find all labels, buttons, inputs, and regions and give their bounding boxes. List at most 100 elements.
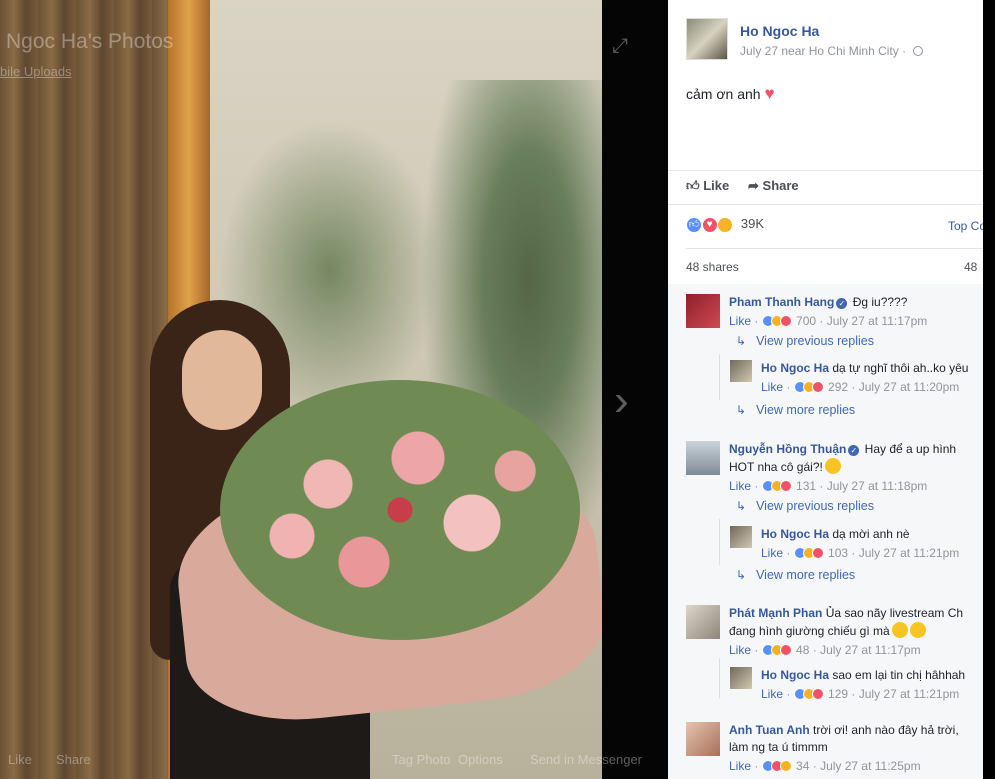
view-previous-replies[interactable]: ↳ View previous replies — [736, 334, 874, 348]
comment-meta: Like · 34 · July 27 at 11:25pm — [729, 759, 921, 773]
post-date[interactable]: July 27 — [740, 44, 778, 58]
comment-text: Đg iu???? — [852, 295, 908, 309]
share-button[interactable]: ➦ Share — [748, 178, 799, 194]
photo-person-face — [182, 330, 262, 430]
shares-link[interactable]: 48 shares — [686, 260, 739, 274]
divider — [668, 170, 983, 171]
reply-like-button[interactable]: Like — [761, 687, 783, 701]
post-location[interactable]: near Ho Chi Minh City — [781, 44, 898, 58]
options-button[interactable]: Options — [458, 752, 503, 767]
like-button[interactable]: 👍︎ Like — [686, 178, 729, 194]
reply-time[interactable]: July 27 at 11:20pm — [859, 380, 960, 394]
comment-reaction-count[interactable]: 48 — [796, 643, 809, 657]
reply-like-button[interactable]: Like — [761, 380, 783, 394]
commenter-name[interactable]: Nguyễn Hồng Thuận — [729, 442, 846, 456]
thread-line — [719, 354, 720, 400]
verified-badge-icon: ✓ — [848, 445, 860, 456]
reply-avatar[interactable] — [730, 360, 752, 382]
commenter-avatar[interactable] — [686, 294, 720, 328]
comment-like-button[interactable]: Like — [729, 643, 751, 657]
next-photo-arrow-icon[interactable]: › — [614, 376, 629, 426]
reply-author[interactable]: Ho Ngoc Ha — [761, 668, 829, 682]
commenter-name[interactable]: Phát Mạnh Phan — [729, 606, 822, 620]
view-previous-label: View previous replies — [756, 334, 874, 348]
divider — [686, 248, 983, 249]
view-more-label: View more replies — [756, 568, 856, 582]
view-more-replies[interactable]: ↳ View more replies — [736, 568, 855, 582]
comment-text: trời ơi! anh nào đây hả trời, — [813, 723, 959, 737]
reply-arrow-icon: ↳ — [736, 403, 747, 417]
commenter-avatar[interactable] — [686, 605, 720, 639]
comment-time[interactable]: July 27 at 11:17pm — [820, 643, 921, 657]
reply-like-button[interactable]: Like — [761, 546, 783, 560]
love-reaction-icon — [779, 644, 792, 656]
comment-like-button[interactable]: Like — [729, 759, 751, 773]
reply-author[interactable]: Ho Ngoc Ha — [761, 361, 829, 375]
reply-avatar[interactable] — [730, 667, 752, 689]
comment-like-button[interactable]: Like — [729, 479, 751, 493]
comment-body: Phát Mạnh Phan Ủa sao nãy livestream Ch … — [729, 605, 983, 659]
album-subtitle-link[interactable]: bile Uploads — [0, 64, 72, 79]
reply-avatar[interactable] — [730, 526, 752, 548]
love-reaction-icon — [811, 547, 824, 559]
view-more-replies[interactable]: ↳ View more replies — [736, 403, 855, 417]
comment-time[interactable]: July 27 at 11:25pm — [820, 759, 921, 773]
expand-icon[interactable]: ⤢ — [612, 36, 632, 56]
reply-meta: Like · 103 · July 27 at 11:21pm — [761, 546, 960, 560]
top-comments-dropdown[interactable]: Top Co — [948, 219, 983, 233]
reaction-summary[interactable]: 👍︎ ♥ 39K — [686, 216, 764, 233]
reply-time[interactable]: July 27 at 11:21pm — [859, 546, 960, 560]
photo-like-button[interactable]: Like — [8, 752, 32, 767]
reply-arrow-icon: ↳ — [736, 568, 747, 582]
smile-emoji-icon — [824, 458, 841, 474]
reply-reaction-count[interactable]: 103 — [828, 546, 848, 560]
comment-meta: Like · 700 · July 27 at 11:17pm — [729, 314, 928, 328]
view-previous-label: View previous replies — [756, 499, 874, 513]
photo-share-button[interactable]: Share — [56, 752, 91, 767]
reply-reaction-count[interactable]: 292 — [828, 380, 848, 394]
divider — [668, 204, 983, 205]
reply-arrow-icon: ↳ — [736, 499, 747, 513]
comment-like-button[interactable]: Like — [729, 314, 751, 328]
comment-time[interactable]: July 27 at 11:17pm — [827, 314, 928, 328]
commenter-avatar[interactable] — [686, 441, 720, 475]
comment-reaction-count[interactable]: 700 — [796, 314, 816, 328]
like-label: Like — [703, 178, 730, 193]
comment-time[interactable]: July 27 at 11:18pm — [827, 479, 928, 493]
comment-meta: Like · 131 · July 27 at 11:18pm — [729, 479, 928, 493]
comments-area: Pham Thanh Hang ✓ Đg iu???? Like · 700 · … — [668, 284, 983, 779]
reply-body: Ho Ngoc Ha dạ mời anh nè Like · 103 · Ju… — [761, 526, 959, 562]
thumbs-up-icon: 👍︎ — [686, 178, 700, 193]
view-more-label: View more replies — [756, 403, 856, 417]
thread-line — [719, 658, 720, 698]
tag-photo-button[interactable]: Tag Photo — [392, 752, 451, 767]
photo-image[interactable] — [0, 0, 602, 779]
post-text: cảm ơn anh ♥ — [686, 84, 775, 104]
comment-count[interactable]: 48 — [964, 260, 977, 274]
share-arrow-icon: ➦ — [748, 178, 759, 193]
photo-bottom-bar: Like Share Tag Photo Options Send in Mes… — [0, 740, 668, 779]
reply-author[interactable]: Ho Ngoc Ha — [761, 527, 829, 541]
album-title[interactable]: Ngoc Ha's Photos — [6, 30, 173, 54]
send-messenger-button[interactable]: Send in Messenger — [530, 752, 642, 767]
post-caption: cảm ơn anh — [686, 86, 761, 102]
comment-reaction-count[interactable]: 131 — [796, 479, 816, 493]
commenter-avatar[interactable] — [686, 722, 720, 756]
comment-text-line2: làm ng ta ú timmm — [729, 740, 828, 754]
comment-meta: Like · 48 · July 27 at 11:17pm — [729, 643, 921, 657]
like-reaction-icon: 👍︎ — [686, 216, 702, 233]
comment-text: Hay để a up hình — [864, 442, 957, 456]
reply-arrow-icon: ↳ — [736, 334, 747, 348]
reply-time[interactable]: July 27 at 11:21pm — [859, 687, 960, 701]
author-name[interactable]: Ho Ngoc Ha — [740, 23, 819, 39]
author-avatar[interactable] — [686, 18, 728, 60]
view-previous-replies[interactable]: ↳ View previous replies — [736, 499, 874, 513]
commenter-name[interactable]: Pham Thanh Hang — [729, 295, 834, 309]
reply-reaction-count[interactable]: 129 — [828, 687, 848, 701]
reply-text: dạ tự nghĩ thôi ah..ko yêu — [832, 361, 969, 375]
verified-badge-icon: ✓ — [836, 298, 848, 309]
post-meta: July 27 near Ho Chi Minh City · — [740, 44, 924, 58]
commenter-name[interactable]: Anh Tuan Anh — [729, 723, 810, 737]
comment-reaction-count[interactable]: 34 — [796, 759, 809, 773]
love-reaction-icon — [811, 381, 824, 393]
